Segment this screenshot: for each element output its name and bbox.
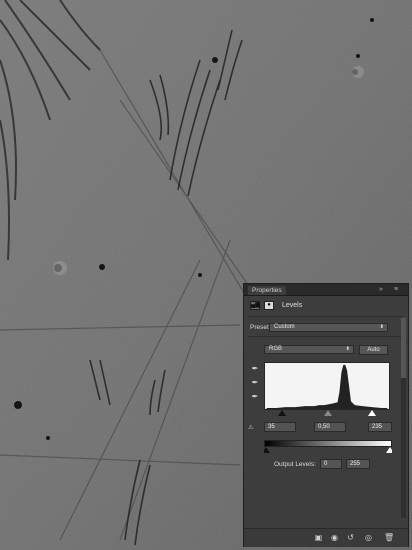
eyedropper-white-icon[interactable]: ✒ <box>250 392 260 402</box>
visibility-icon[interactable]: ◎ <box>364 533 373 542</box>
output-levels-label: Output Levels: <box>274 461 316 468</box>
mask-icon[interactable]: ● <box>264 301 274 310</box>
output-black-field[interactable]: 0 <box>320 459 342 469</box>
properties-panel: Properties » ≡ ▄▆ ● Levels Preset: Custo… <box>243 283 409 547</box>
eyedropper-black-icon[interactable]: ✒ <box>250 364 260 374</box>
channel-value: RGB <box>269 346 283 352</box>
eyedropper-gray-icon[interactable]: ✒ <box>250 378 260 388</box>
input-gamma-field[interactable]: 0,50 <box>314 422 346 432</box>
scrollbar-thumb[interactable] <box>401 318 406 378</box>
output-gradient <box>264 440 392 447</box>
gamma-handle <box>324 410 332 416</box>
divider <box>248 336 403 337</box>
black-point-handle <box>278 410 286 416</box>
panel-title[interactable]: Properties <box>248 286 286 295</box>
white-point-handle <box>368 410 376 416</box>
output-slider-track[interactable] <box>264 447 392 453</box>
clip-to-layer-icon[interactable]: ▣ <box>314 533 323 542</box>
channel-dropdown[interactable]: RGB ⬍ <box>264 345 354 354</box>
clip-icon[interactable]: ⚠ <box>248 424 253 431</box>
dropdown-arrow-icon: ⬍ <box>345 346 350 352</box>
collapse-icon[interactable]: » <box>379 285 383 294</box>
histogram <box>264 362 390 410</box>
preset-dropdown[interactable]: Custom ⬍ <box>269 323 388 332</box>
output-white-field[interactable]: 255 <box>346 459 370 469</box>
trash-icon[interactable]: 🗑 <box>384 533 394 542</box>
input-white-field[interactable]: 235 <box>368 422 392 432</box>
input-black-field[interactable]: 35 <box>264 422 296 432</box>
dropdown-arrow-icon: ⬍ <box>379 324 384 330</box>
output-white-handle <box>386 447 392 453</box>
panel-header[interactable]: Properties » ≡ <box>244 284 408 296</box>
panel-footer: ▣ ◉ ↺ ◎ 🗑 <box>244 528 408 547</box>
view-previous-icon[interactable]: ◉ <box>330 533 339 542</box>
output-black-handle <box>264 447 270 453</box>
preset-value: Custom <box>274 324 295 330</box>
panel-menu-icon[interactable]: ≡ <box>394 285 398 294</box>
input-slider-track[interactable] <box>264 410 392 416</box>
adjustment-name: Levels <box>282 302 303 309</box>
divider <box>248 316 403 317</box>
auto-button[interactable]: Auto <box>359 345 388 355</box>
levels-icon: ▄▆ <box>250 301 260 310</box>
reset-icon[interactable]: ↺ <box>346 533 355 542</box>
preset-label: Preset: <box>250 324 271 331</box>
